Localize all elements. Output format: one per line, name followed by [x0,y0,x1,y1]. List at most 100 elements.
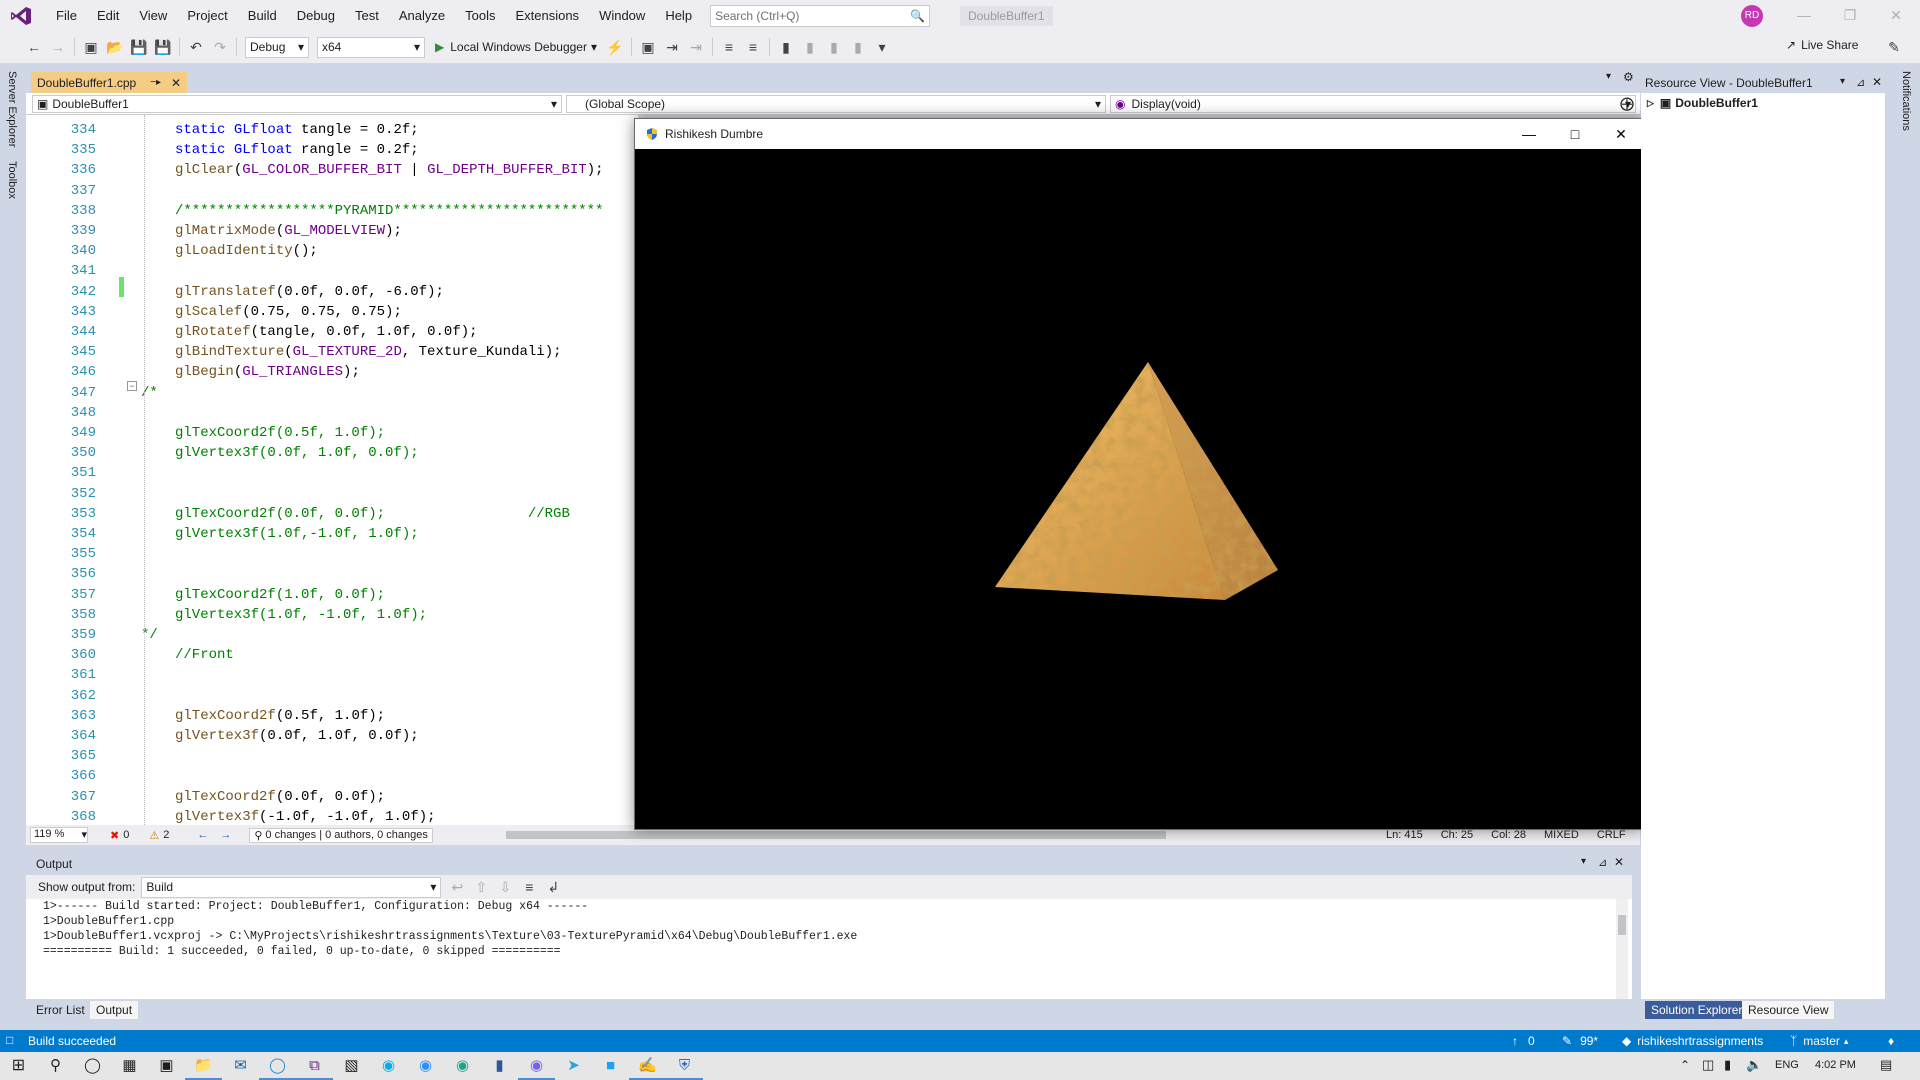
task-view-icon[interactable]: ▦ [111,1052,148,1080]
previous-issue-icon[interactable]: ← [197,829,208,841]
settings-gear-icon[interactable]: ⚙ [1623,70,1634,84]
resource-view-tree[interactable]: ▷ ▣ DoubleBuffer1 [1641,93,1885,999]
close-panel-icon[interactable]: ✕ [1614,855,1624,869]
platform-select[interactable]: x64 ▾ [317,36,425,58]
file-explorer-icon[interactable]: 📁 [185,1052,222,1080]
tab-solution-explorer[interactable]: Solution Explorer [1645,1001,1749,1019]
error-indicator[interactable]: ✖ 0 [110,829,129,842]
menu-view[interactable]: View [129,0,177,31]
indent-mode[interactable]: MIXED [1544,829,1579,841]
step-over-icon[interactable]: ⇥ [687,38,705,56]
search-icon[interactable]: ⚲ [37,1052,74,1080]
tab-resource-view[interactable]: Resource View [1742,1001,1835,1019]
comment-icon[interactable]: ≡ [720,38,738,56]
code-editor[interactable]: 334 static GLfloat tangle = 0.2f; 335 stati… [26,115,638,825]
forward-icon[interactable]: → [49,38,67,56]
toolbox-tab[interactable]: Toolbox [6,161,18,199]
live-share-button[interactable]: ↗ Live Share [1786,38,1858,52]
close-icon[interactable]: ✕ [1873,0,1919,31]
output-source-select[interactable]: Build ▾ [141,876,442,898]
restore-icon[interactable]: ❐ [1827,0,1873,31]
volume-icon[interactable]: 🔈 [1746,1057,1762,1073]
tab-list-dropdown-icon[interactable]: ▾ [1606,71,1611,82]
zoom-select[interactable]: 119 % ▾ [30,827,88,843]
find-message-icon[interactable]: ↩ [448,878,466,896]
server-explorer-tab[interactable]: Server Explorer [6,71,18,147]
hot-reload-icon[interactable]: ⚡ [606,38,624,56]
opengl-app-window[interactable]: Rishikesh Dumbre — □ ✕ [634,118,1645,830]
screenshot-icon[interactable]: ▣ [639,38,657,56]
repository-indicator[interactable]: ◆ rishikeshrtrassignments [1622,1034,1763,1048]
notification-bell-icon[interactable]: ♦ [1888,1034,1894,1048]
collapse-icon[interactable]: − [127,381,137,391]
pin-icon[interactable]: ⊿ [1598,856,1607,869]
app-maximize-icon[interactable]: □ [1552,119,1598,149]
visual-studio-logo-icon[interactable] [10,6,36,26]
menu-extensions[interactable]: Extensions [505,0,589,31]
app-shield-icon[interactable]: ⛨ [666,1052,703,1080]
push-indicator[interactable]: ↑ 0 [1512,1034,1535,1048]
uncomment-icon[interactable]: ≡ [744,38,762,56]
language-indicator[interactable]: ENG [1775,1059,1799,1071]
menu-window[interactable]: Window [589,0,655,31]
close-tab-icon[interactable]: ✕ [171,76,181,90]
back-icon[interactable]: ← [25,38,43,56]
store-icon[interactable]: ▣ [148,1052,185,1080]
menu-file[interactable]: File [46,0,87,31]
action-center-icon[interactable]: ▤ [1880,1057,1892,1073]
chat-app-icon[interactable]: ◉ [444,1052,481,1080]
open-folder-icon[interactable]: 📂 [106,38,124,56]
branch-indicator[interactable]: ᛉ master ▴ [1790,1034,1848,1048]
windows-start-icon[interactable]: ⊞ [0,1052,37,1080]
new-project-icon[interactable]: ▣ [82,38,100,56]
feedback-icon[interactable]: ✎ [1885,38,1903,56]
tab-error-list[interactable]: Error List [30,1001,91,1019]
pending-changes-indicator[interactable]: ✎ 99* [1562,1034,1598,1048]
minimize-icon[interactable]: — [1781,0,1827,31]
bookmark-icon[interactable]: ▮ [777,38,795,56]
tab-output[interactable]: Output [90,1001,139,1019]
mail-icon[interactable]: ✉ [222,1052,259,1080]
clear-all-icon[interactable]: ≡ [520,878,538,896]
clock-time[interactable]: 4:02 PM [1815,1059,1856,1071]
app-title-bar[interactable]: Rishikesh Dumbre — □ ✕ [635,119,1644,149]
prev-message-icon[interactable]: ⇧ [472,878,490,896]
menu-project[interactable]: Project [177,0,237,31]
redo-icon[interactable]: ↷ [211,38,229,56]
skype-icon[interactable]: ◉ [370,1052,407,1080]
horizontal-scrollbar[interactable] [506,831,1166,839]
project-dropdown[interactable]: ▣ DoubleBuffer1 ▾ [32,95,562,113]
cortana-icon[interactable]: ◯ [74,1052,111,1080]
pin-icon[interactable]: −▸ [150,77,161,88]
scope-dropdown[interactable]: (Global Scope) ▾ [566,95,1106,113]
menu-tools[interactable]: Tools [455,0,505,31]
codelens-changes[interactable]: ⚲ 0 changes | 0 authors, 0 changes [249,827,433,843]
pin-icon[interactable]: ⊿ [1856,76,1865,89]
terminal-icon[interactable]: ▧ [333,1052,370,1080]
menu-build[interactable]: Build [238,0,287,31]
next-message-icon[interactable]: ⇩ [496,878,514,896]
word-wrap-icon[interactable]: ↲ [544,878,562,896]
warning-indicator[interactable]: ⚠ 2 [149,829,169,842]
step-icon[interactable]: ⇥ [663,38,681,56]
menu-debug[interactable]: Debug [287,0,345,31]
vertical-scrollbar[interactable] [1616,899,1628,999]
member-dropdown[interactable]: ◉ Display(void) ▾ [1110,95,1636,113]
menu-test[interactable]: Test [345,0,389,31]
notifications-tab[interactable]: Notifications [1900,71,1912,131]
chevron-up-icon[interactable]: ⌃ [1680,1058,1690,1072]
document-icon[interactable]: ▮ [481,1052,518,1080]
avatar[interactable]: RD [1741,5,1763,27]
edge-browser-icon[interactable]: ◯ [259,1052,296,1080]
app-close-icon[interactable]: ✕ [1598,119,1644,149]
output-window-icon[interactable]: □ [6,1033,13,1047]
close-panel-icon[interactable]: ✕ [1872,75,1882,89]
prev-bookmark-icon[interactable]: ▮ [801,38,819,56]
menu-analyze[interactable]: Analyze [389,0,455,31]
undo-icon[interactable]: ↶ [187,38,205,56]
save-all-icon[interactable]: 💾 [154,38,172,56]
battery-icon[interactable]: ▮ [1724,1057,1731,1073]
app-minimize-icon[interactable]: — [1506,119,1552,149]
network-icon[interactable]: ◫ [1702,1057,1714,1073]
output-text[interactable]: 1>------ Build started: Project: DoubleB… [26,899,1632,999]
